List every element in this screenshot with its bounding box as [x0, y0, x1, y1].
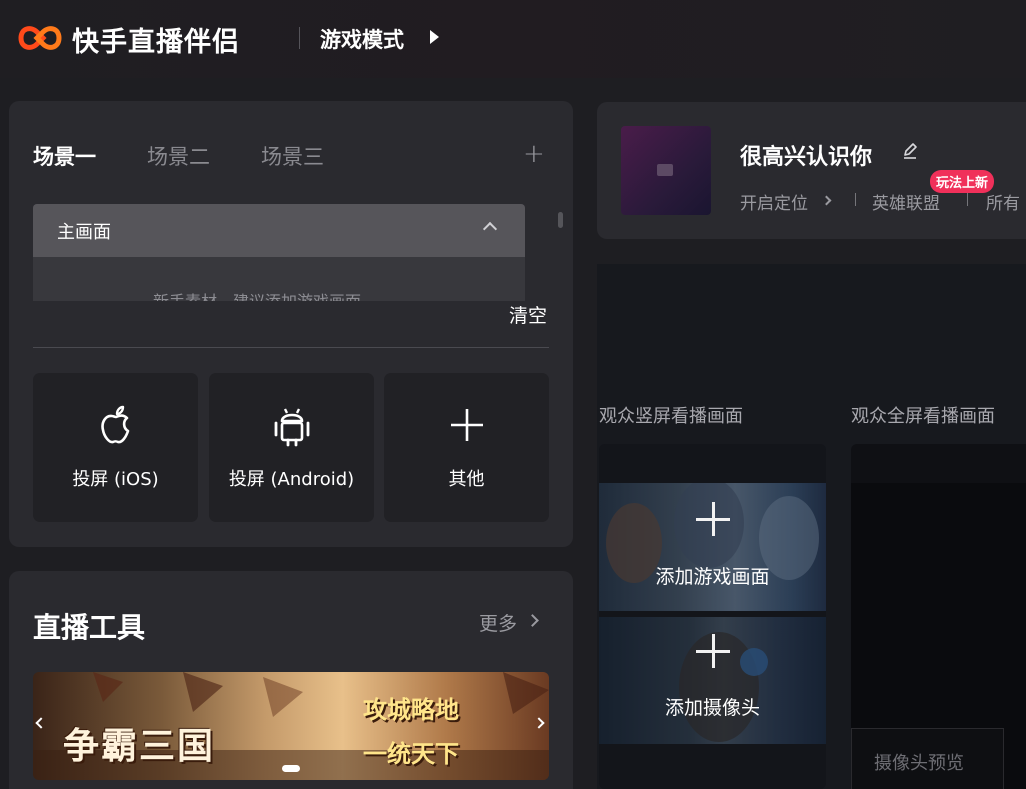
camera-preview-label: 摄像头预览: [874, 753, 964, 774]
tab-scene-3[interactable]: 场景三: [261, 141, 324, 171]
audience-setting[interactable]: 所有: [986, 189, 1020, 214]
main-scene-header[interactable]: 主画面: [33, 204, 525, 257]
add-game-label: 添加游戏画面: [655, 566, 770, 588]
main-scene-group: 主画面 新手素材，建议添加游戏画面: [33, 204, 525, 301]
live-tools-panel: 直播工具 更多 争霸三国 攻城略地 一统天下: [9, 571, 573, 789]
cast-android-button[interactable]: 投屏 (Android): [209, 373, 374, 522]
meta-separator: [967, 193, 968, 206]
empty-hint: 新手素材，建议添加游戏画面: [153, 288, 361, 301]
main-scene-label: 主画面: [57, 221, 111, 243]
android-icon: [274, 408, 309, 447]
apple-icon: [100, 405, 129, 444]
portrait-view-label: 观众竖屏看播画面: [599, 406, 743, 427]
other-source-button[interactable]: 其他: [384, 373, 549, 522]
banner-slogan-2: 一统天下: [363, 740, 459, 768]
add-camera-label: 添加摄像头: [664, 697, 760, 719]
room-cover[interactable]: [621, 126, 711, 215]
play-arrow-icon[interactable]: [430, 30, 439, 44]
landscape-view-label: 观众全屏看播画面: [851, 406, 995, 427]
room-info-card: 很高兴认识你 开启定位 英雄联盟 所有 玩法上新: [597, 102, 1026, 239]
promo-banner[interactable]: 争霸三国 攻城略地 一统天下: [33, 672, 549, 780]
preview-area: 观众竖屏看播画面 观众全屏看播画面 添加游戏画面 添加摄像头 摄像头预览: [597, 264, 1026, 789]
scrollbar-thumb[interactable]: [558, 212, 563, 228]
location-toggle[interactable]: 开启定位: [740, 189, 808, 214]
chevron-right-icon[interactable]: [821, 195, 832, 206]
plus-icon: [450, 409, 483, 441]
add-game-capture-button[interactable]: 添加游戏画面: [599, 483, 826, 611]
banner-title: 争霸三国: [63, 725, 216, 767]
meta-separator: [855, 193, 856, 206]
carousel-indicator[interactable]: [282, 765, 300, 772]
plus-icon: [696, 634, 730, 668]
camera-icon: [657, 164, 673, 176]
plus-icon: [696, 502, 730, 536]
edit-icon[interactable]: [901, 142, 919, 160]
cast-ios-label: 投屏 (iOS): [72, 469, 159, 490]
banner-slogan-1: 攻城略地: [363, 696, 459, 724]
chevron-right-icon[interactable]: [526, 614, 539, 627]
room-title: 很高兴认识你: [740, 145, 873, 170]
kuaishou-logo-icon: [18, 26, 62, 50]
cast-android-label: 投屏 (Android): [228, 469, 355, 490]
landscape-preview: 摄像头预览: [851, 444, 1026, 789]
portrait-preview: 添加游戏画面 添加摄像头: [599, 444, 826, 789]
live-tools-title: 直播工具: [33, 611, 146, 644]
scene-panel: 场景一 场景二 场景三 + 主画面 新手素材，建议添加游戏画面 清空 投屏 (i…: [9, 101, 573, 547]
camera-preview-box[interactable]: 摄像头预览: [851, 728, 1004, 789]
title-divider: [299, 27, 300, 49]
app-name: 快手直播伴侣: [72, 27, 240, 58]
add-camera-button[interactable]: 添加摄像头: [599, 617, 826, 744]
cast-ios-button[interactable]: 投屏 (iOS): [33, 373, 198, 522]
divider: [33, 347, 549, 348]
add-scene-icon[interactable]: +: [523, 139, 545, 169]
tab-scene-2[interactable]: 场景二: [147, 141, 210, 171]
other-source-label: 其他: [448, 469, 485, 490]
new-feature-badge: 玩法上新: [930, 170, 995, 193]
mode-selector[interactable]: 游戏模式: [320, 24, 404, 54]
title-bar: 快手直播伴侣 游戏模式: [0, 0, 1026, 78]
tab-scene-1[interactable]: 场景一: [33, 141, 96, 171]
more-tools-link[interactable]: 更多: [479, 609, 517, 636]
game-category[interactable]: 英雄联盟: [872, 189, 940, 214]
clear-button[interactable]: 清空: [509, 301, 547, 328]
